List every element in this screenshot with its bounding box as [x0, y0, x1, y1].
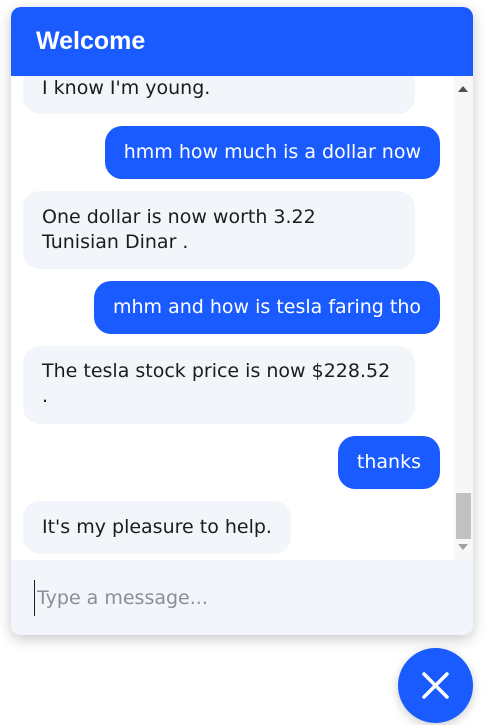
scroll-down-arrow-icon[interactable] — [458, 544, 468, 550]
user-message: thanks — [337, 436, 440, 489]
bot-message: I know I'm young. — [23, 76, 415, 114]
close-chat-button[interactable] — [398, 648, 473, 723]
message-scrollbar[interactable] — [454, 76, 473, 560]
bot-message: One dollar is now worth 3.22 Tunisian Di… — [23, 191, 415, 269]
message-list[interactable]: I know I'm young. hmm how much is a doll… — [11, 76, 473, 560]
message-composer — [11, 560, 473, 635]
scroll-up-arrow-icon[interactable] — [458, 86, 468, 92]
message-input[interactable] — [34, 580, 449, 616]
bot-message: It's my pleasure to help. — [23, 501, 291, 554]
bot-message: The tesla stock price is now $228.52 . — [23, 346, 415, 424]
chat-widget: Welcome I know I'm young. hmm how much i… — [11, 7, 473, 635]
chat-title: Welcome — [36, 27, 146, 55]
user-message: mhm and how is tesla faring tho — [93, 281, 440, 334]
chat-header: Welcome — [11, 7, 473, 76]
scroll-thumb[interactable] — [456, 493, 471, 539]
close-icon — [422, 672, 449, 699]
user-message: hmm how much is a dollar now — [104, 126, 440, 179]
